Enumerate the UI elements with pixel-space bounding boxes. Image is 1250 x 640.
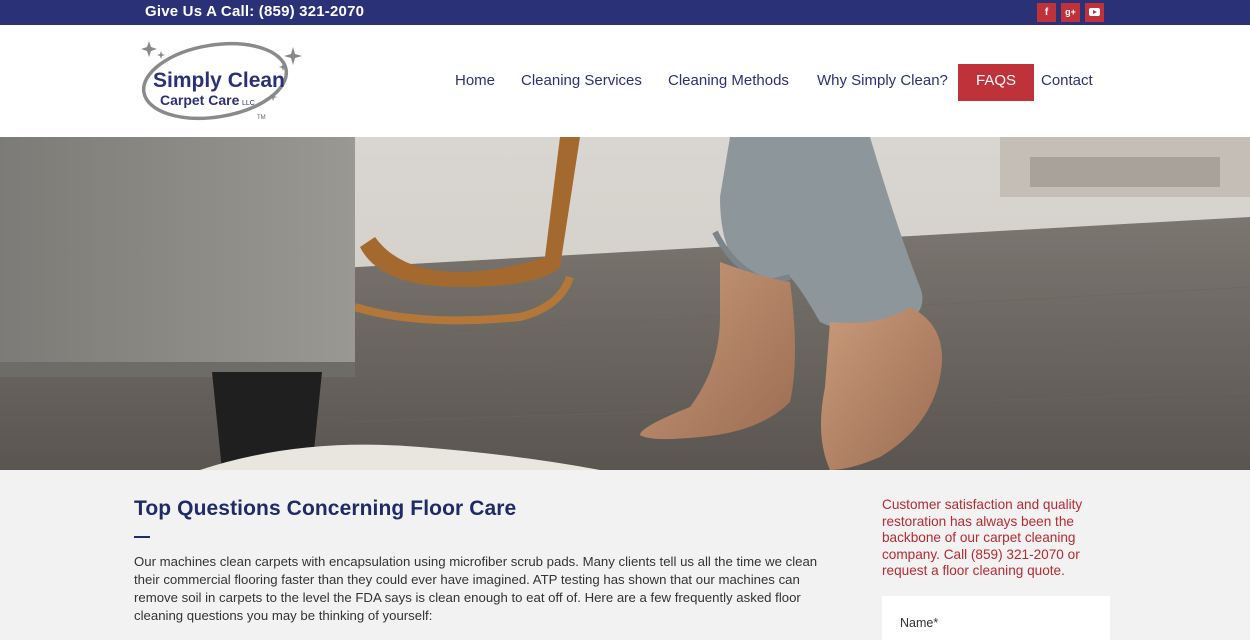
sidebar-text: Customer satisfaction and quality restor… xyxy=(882,497,1083,579)
nav-why-simply-clean[interactable]: Why Simply Clean? xyxy=(817,72,948,89)
logo-suffix: LLC xyxy=(242,100,255,107)
google-plus-icon[interactable]: g+ xyxy=(1061,3,1080,22)
nav-faqs[interactable]: FAQS xyxy=(958,64,1035,101)
content-section: Top Questions Concerning Floor Care Our … xyxy=(0,470,1250,640)
nav-contact[interactable]: Contact xyxy=(1041,72,1093,89)
site-header: Simply Clean Carpet Care LLC TM Home Cle… xyxy=(0,25,1250,137)
nav-cleaning-services[interactable]: Cleaning Services xyxy=(521,72,642,89)
nav-cleaning-methods[interactable]: Cleaning Methods xyxy=(668,72,789,89)
logo-line2: Carpet Care xyxy=(160,92,240,108)
top-bar: Give Us A Call: (859) 321-2070 f g+ xyxy=(0,0,1250,25)
youtube-icon[interactable] xyxy=(1085,3,1104,22)
name-field[interactable] xyxy=(882,596,1110,640)
page-title: Top Questions Concerning Floor Care xyxy=(134,497,517,520)
logo-line1: Simply Clean xyxy=(153,69,285,92)
intro-paragraph: Our machines clean carpets with encapsul… xyxy=(134,554,818,623)
call-us-text[interactable]: Give Us A Call: (859) 321-2070 xyxy=(145,3,364,20)
nav-home[interactable]: Home xyxy=(455,72,495,89)
site-logo[interactable]: Simply Clean Carpet Care LLC TM xyxy=(135,33,305,131)
logo-tm: TM xyxy=(257,115,266,121)
title-underline xyxy=(134,536,150,538)
hero-image xyxy=(0,137,1250,470)
facebook-icon[interactable]: f xyxy=(1037,3,1056,22)
